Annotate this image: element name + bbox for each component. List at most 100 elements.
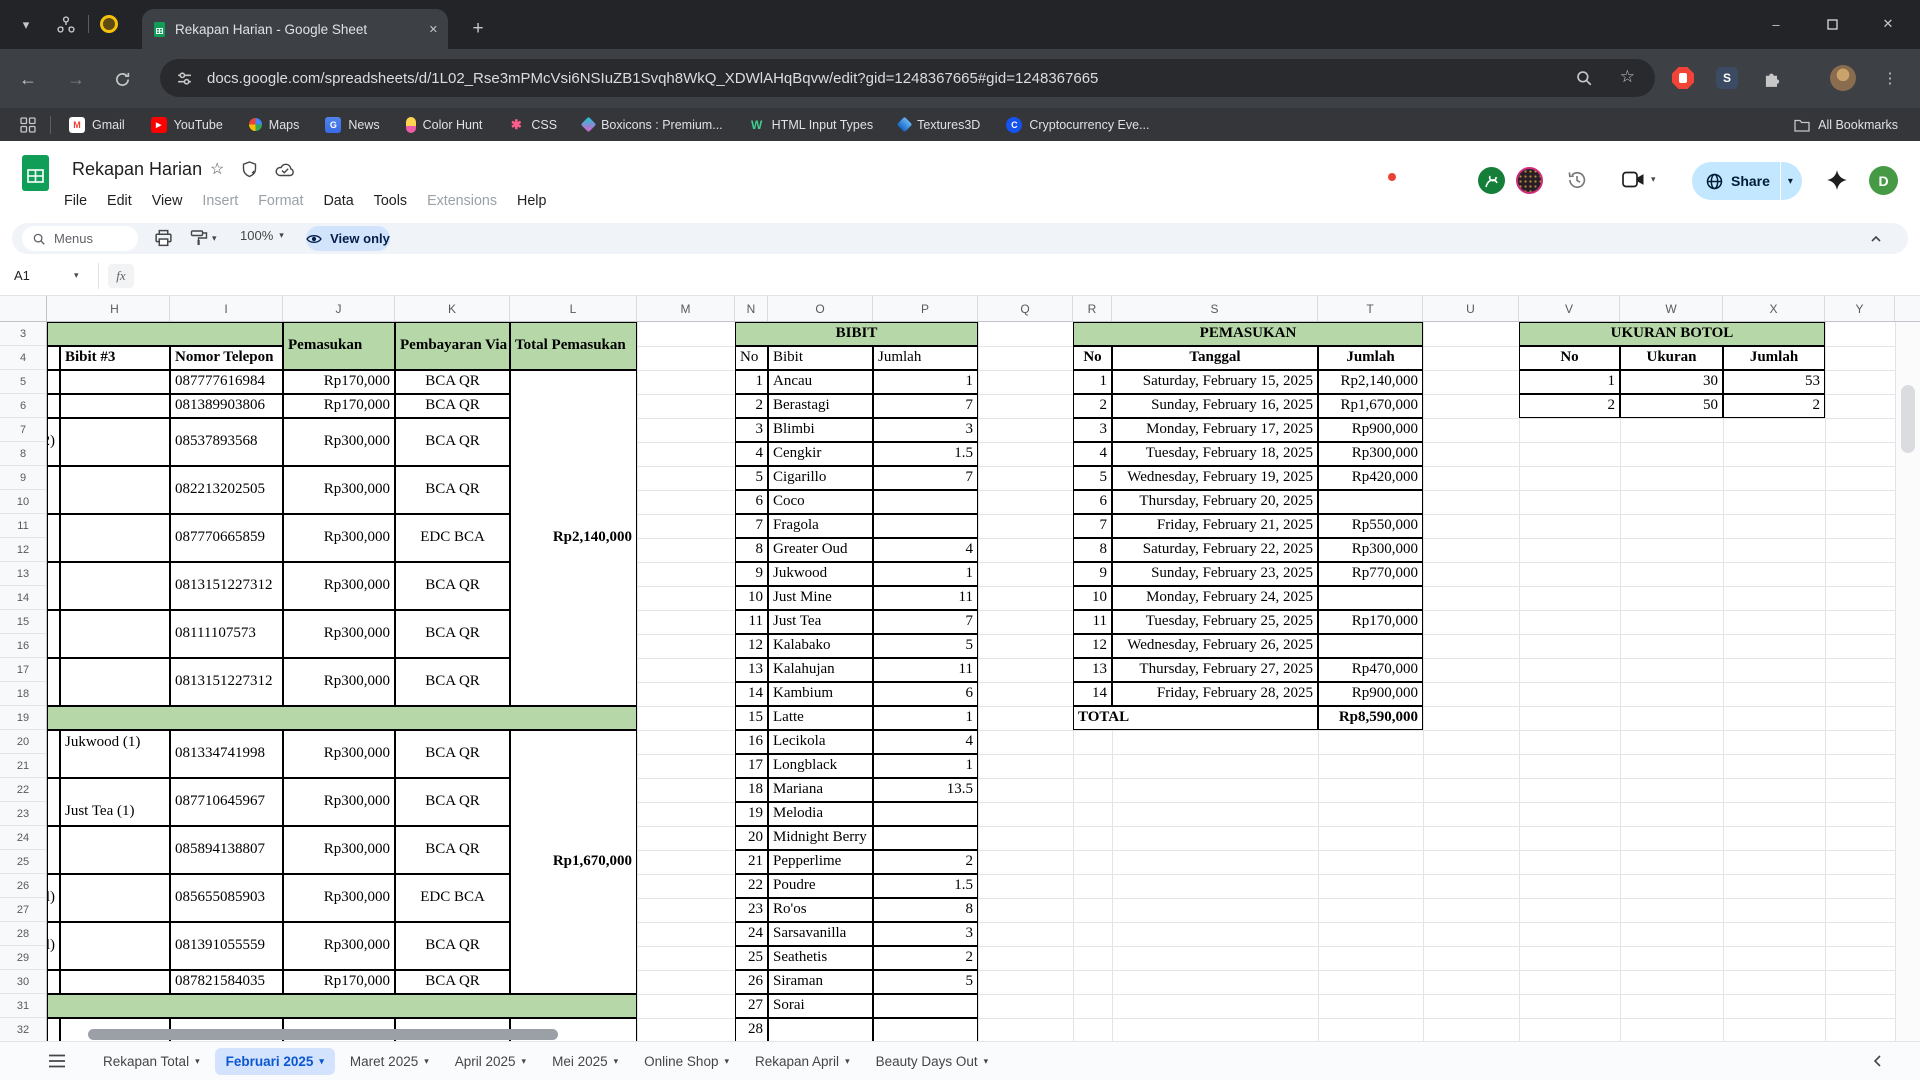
extensions-puzzle-icon[interactable] — [1762, 68, 1782, 88]
pemasukan-date-cell[interactable]: Wednesday, February 19, 2025 — [1112, 466, 1318, 490]
bibit-name-cell[interactable]: Sorai — [768, 994, 873, 1018]
column-header-M[interactable]: M — [637, 296, 735, 321]
paint-format-button[interactable]: ▾ — [190, 229, 217, 247]
forward-button[interactable]: → — [64, 68, 88, 90]
bibit-name-cell[interactable]: Cigarillo — [768, 466, 873, 490]
access-shield-icon[interactable] — [242, 161, 257, 178]
sales-phone-cell[interactable]: 087770665859 — [170, 514, 283, 562]
row-header-30[interactable]: 30 — [0, 970, 46, 994]
pemasukan-date-cell[interactable]: Wednesday, February 26, 2025 — [1112, 634, 1318, 658]
sheet-tab-mei-2025[interactable]: Mei 2025▾ — [541, 1048, 629, 1075]
bibit-qty-cell[interactable]: 1.5 — [873, 442, 978, 466]
row-header-28[interactable]: 28 — [0, 922, 46, 946]
pemasukan-amount-cell[interactable]: Rp2,140,000 — [1318, 370, 1423, 394]
bibit-qty-cell[interactable]: 2 — [873, 946, 978, 970]
pemasukan-amount-cell[interactable]: Rp170,000 — [1318, 610, 1423, 634]
sales-bibit-cell[interactable] — [60, 658, 170, 706]
bibit-qty-cell[interactable]: 7 — [873, 466, 978, 490]
pemasukan-date-cell[interactable]: Saturday, February 15, 2025 — [1112, 370, 1318, 394]
pemasukan-date-cell[interactable]: Friday, February 21, 2025 — [1112, 514, 1318, 538]
pemasukan-date-cell[interactable]: Tuesday, February 18, 2025 — [1112, 442, 1318, 466]
row-header-24[interactable]: 24 — [0, 826, 46, 850]
sales-bibit-cell[interactable] — [60, 610, 170, 658]
row-header-18[interactable]: 18 — [0, 682, 46, 706]
bibit-name-cell[interactable]: Sarsavanilla — [768, 922, 873, 946]
menu-edit[interactable]: Edit — [107, 193, 132, 209]
bibit-no-cell[interactable]: 26 — [735, 970, 768, 994]
pemasukan-date-cell[interactable]: Thursday, February 20, 2025 — [1112, 490, 1318, 514]
row-header-31[interactable]: 31 — [0, 994, 46, 1018]
bibit-qty-cell[interactable] — [873, 994, 978, 1018]
sheet-tab-caret[interactable]: ▾ — [614, 1056, 619, 1067]
bibit-qty-cell[interactable]: 7 — [873, 610, 978, 634]
window-minimize-button[interactable]: – — [1756, 12, 1796, 36]
sales-phone-cell[interactable]: 085894138807 — [170, 826, 283, 874]
menu-view[interactable]: View — [152, 193, 183, 209]
bibit-name-cell[interactable]: Ancau — [768, 370, 873, 394]
sales-g-spill[interactable] — [47, 778, 60, 826]
bibit-qty-cell[interactable] — [873, 1018, 978, 1041]
sales-via-cell[interactable]: EDC BCA — [395, 514, 510, 562]
pemasukan-date-cell[interactable]: Monday, February 24, 2025 — [1112, 586, 1318, 610]
sales-amount-cell[interactable]: Rp300,000 — [283, 514, 395, 562]
row-header-8[interactable]: 8 — [0, 442, 46, 466]
bibit-no-cell[interactable]: 16 — [735, 730, 768, 754]
pemasukan-amount-cell[interactable]: Rp770,000 — [1318, 562, 1423, 586]
bibit-no-cell[interactable]: 10 — [735, 586, 768, 610]
menu-format[interactable]: Format — [258, 193, 303, 209]
bookmark-boxicons-premium[interactable]: Boxicons : Premium... — [583, 118, 723, 132]
row-header-12[interactable]: 12 — [0, 538, 46, 562]
bibit-no-cell[interactable]: 14 — [735, 682, 768, 706]
sheet-tab-april-2025[interactable]: April 2025▾ — [444, 1048, 537, 1075]
bibit-qty-cell[interactable]: 5 — [873, 634, 978, 658]
sales-header-bibit[interactable]: Bibit #3 — [60, 346, 170, 370]
pemasukan-date-cell[interactable]: Thursday, February 27, 2025 — [1112, 658, 1318, 682]
bibit-qty-cell[interactable] — [873, 802, 978, 826]
bibit-name-cell[interactable]: Just Tea — [768, 610, 873, 634]
sales-via-cell[interactable]: BCA QR — [395, 658, 510, 706]
pemasukan-no-cell[interactable]: 2 — [1073, 394, 1112, 418]
bibit-qty-cell[interactable]: 11 — [873, 586, 978, 610]
sales-via-cell[interactable]: BCA QR — [395, 394, 510, 418]
bibit-qty-cell[interactable]: 1 — [873, 370, 978, 394]
botol-header-size[interactable]: Ukuran — [1620, 346, 1723, 370]
bibit-qty-cell[interactable]: 5 — [873, 970, 978, 994]
sales-header-pemasukan[interactable]: Pemasukan — [283, 322, 395, 370]
sales-amount-cell[interactable]: Rp170,000 — [283, 370, 395, 394]
column-header-Q[interactable]: Q — [978, 296, 1073, 321]
sales-bibit-cell[interactable] — [60, 970, 170, 994]
sales-phone-cell[interactable]: 081334741998 — [170, 730, 283, 778]
bibit-name-cell[interactable]: Coco — [768, 490, 873, 514]
name-box[interactable]: A1 — [14, 268, 30, 283]
bibit-no-cell[interactable]: 1 — [735, 370, 768, 394]
bibit-no-cell[interactable]: 21 — [735, 850, 768, 874]
bibit-name-cell[interactable]: Blimbi — [768, 418, 873, 442]
name-box-caret[interactable]: ▾ — [74, 270, 79, 281]
sheet-tab-februari-2025[interactable]: Februari 2025▾ — [215, 1048, 335, 1075]
sales-amount-cell[interactable]: Rp300,000 — [283, 466, 395, 514]
fx-icon[interactable]: fx — [108, 264, 134, 288]
bibit-no-cell[interactable]: 20 — [735, 826, 768, 850]
sales-via-cell[interactable]: BCA QR — [395, 610, 510, 658]
bibit-name-cell[interactable]: Siraman — [768, 970, 873, 994]
row-header-26[interactable]: 26 — [0, 874, 46, 898]
menu-extensions[interactable]: Extensions — [427, 193, 497, 209]
sales-phone-cell[interactable]: 0813151227312 — [170, 562, 283, 610]
reload-button[interactable] — [110, 68, 134, 90]
bibit-no-cell[interactable]: 2 — [735, 394, 768, 418]
bibit-header-qty[interactable]: Jumlah — [873, 346, 978, 370]
sales-g-spill[interactable]: l) — [47, 922, 60, 970]
sales-g-header[interactable] — [47, 346, 60, 370]
pemasukan-no-cell[interactable]: 12 — [1073, 634, 1112, 658]
botol-size-cell[interactable]: 50 — [1620, 394, 1723, 418]
all-bookmarks-button[interactable]: All Bookmarks — [1794, 118, 1898, 132]
sales-amount-cell[interactable]: Rp170,000 — [283, 394, 395, 418]
sales-phone-cell[interactable]: 08111107573 — [170, 610, 283, 658]
bibit-qty-cell[interactable]: 4 — [873, 538, 978, 562]
pemasukan-no-cell[interactable]: 8 — [1073, 538, 1112, 562]
menu-help[interactable]: Help — [517, 193, 546, 209]
share-button[interactable]: Share ▾ — [1692, 162, 1802, 200]
browser-tab-active[interactable]: Rekapan Harian - Google Sheet ✕ — [142, 9, 448, 49]
bibit-no-cell[interactable]: 3 — [735, 418, 768, 442]
pemasukan-amount-cell[interactable]: Rp1,670,000 — [1318, 394, 1423, 418]
